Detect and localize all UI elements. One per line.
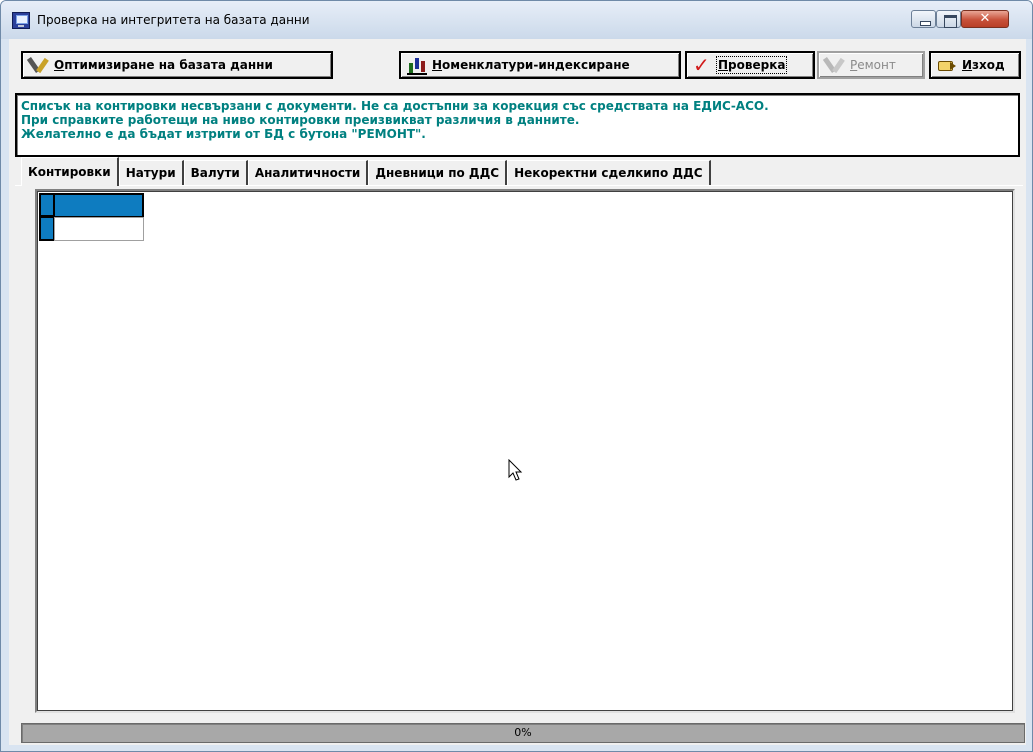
pointing-hand-icon [937,55,957,75]
tools-icon [29,55,49,75]
minimize-button[interactable] [911,10,936,28]
close-button[interactable]: ✕ [961,10,1009,28]
info-message-line: Желателно е да бъдат изтрити от БД с бут… [21,127,426,141]
maximize-icon [937,11,960,28]
minimize-icon [912,11,935,27]
tab-kontirovki[interactable]: Контировки [21,157,119,186]
bar-chart-icon [407,55,427,75]
exit-label: Изход [962,58,1005,72]
red-check-icon: ✓ [693,53,710,77]
nomenclature-indexing-label: Номенклатури-индексиране [432,58,630,72]
tab-strip: Контировки Натури Валути Аналитичности Д… [21,157,711,186]
row-indicator[interactable] [39,217,54,241]
row-indicator[interactable] [39,193,54,217]
nomenclature-indexing-button[interactable]: Номенклатури-индексиране [399,51,681,79]
tab-valuti[interactable]: Валути [183,160,248,186]
progress-text: 0% [514,726,532,739]
info-message-line: При справките работещи на ниво контировк… [21,113,580,127]
repair-button[interactable]: Ремонт [817,51,925,79]
tab-dnevnici-dds[interactable]: Дневници по ДДС [368,160,508,186]
info-message-panel: Списък на контировки несвързани с докуме… [15,93,1020,157]
optimize-database-label: Оптимизиране на базата данни [54,58,273,72]
database-monitor-icon[interactable] [12,12,30,29]
app-window: Проверка на интегритета на базата данни … [0,0,1033,752]
title-bar[interactable]: Проверка на интегритета на базата данни … [1,1,1032,39]
data-grid[interactable] [35,189,1015,713]
grid-frame [37,191,1013,711]
grid-cell-selected[interactable] [54,193,144,217]
optimize-database-button[interactable]: Оптимизиране на базата данни [21,51,333,79]
info-message-line: Списък на контировки несвързани с докуме… [21,99,769,113]
repair-label: Ремонт [850,58,896,72]
tab-naturi[interactable]: Натури [118,160,184,186]
tab-nekorektni-sdelki-dds[interactable]: Некоректни сделкипо ДДС [507,160,711,186]
client-area: Оптимизиране на базата данни Номенклатур… [9,39,1026,745]
progress-bar: 0% [21,723,1025,743]
tab-analitichnosti[interactable]: Аналитичности [247,160,369,186]
close-icon: ✕ [979,11,991,26]
exit-button[interactable]: Изход [929,51,1021,79]
check-button[interactable]: ✓ Проверка [685,51,815,79]
tab-divider [15,185,1023,186]
window-title: Проверка на интегритета на базата данни [37,13,310,27]
tools-disabled-icon [825,55,845,75]
check-label: Проверка [715,56,788,74]
grid-cell[interactable] [54,217,144,241]
maximize-button[interactable] [936,10,961,28]
